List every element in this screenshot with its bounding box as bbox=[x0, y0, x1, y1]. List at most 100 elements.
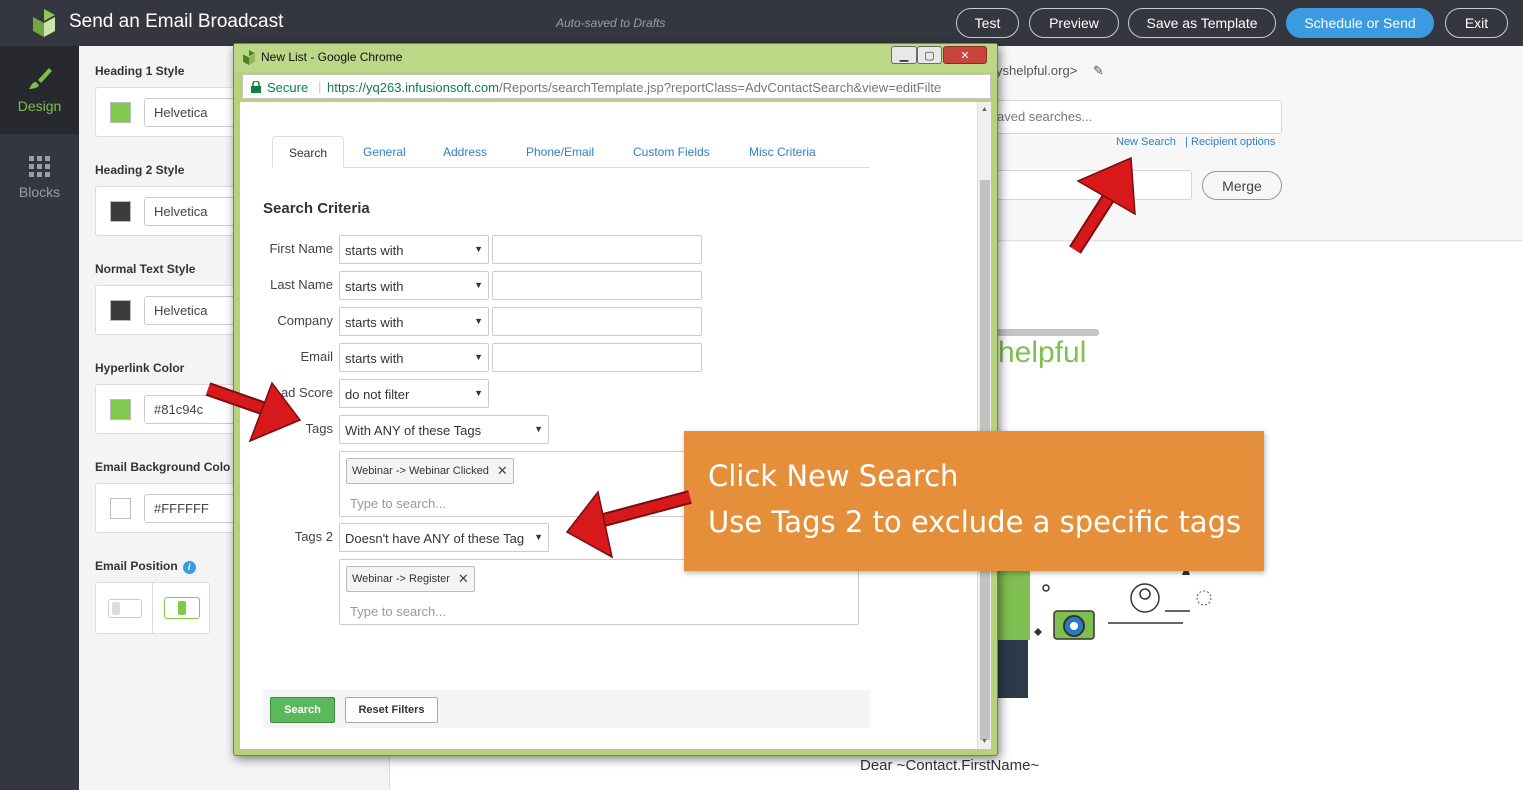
merge-button[interactable]: Merge bbox=[1202, 171, 1282, 200]
popup-scrollbar[interactable]: ▲ ▼ bbox=[977, 102, 991, 749]
hyperlink-color-input[interactable]: #81c94c bbox=[144, 395, 244, 424]
app-logo-icon bbox=[243, 50, 255, 65]
rail-label-design: Design bbox=[17, 98, 62, 114]
tag-chip: Webinar -> Register ✕ bbox=[346, 566, 475, 592]
search-button[interactable]: Search bbox=[270, 697, 335, 723]
heading2-style-box: Helvetica bbox=[95, 186, 244, 236]
remove-tag-icon[interactable]: ✕ bbox=[458, 571, 469, 587]
first-name-operator-select[interactable]: starts with ▼ bbox=[339, 235, 489, 264]
tab-address[interactable]: Address bbox=[443, 136, 487, 168]
save-template-button[interactable]: Save as Template bbox=[1128, 8, 1276, 38]
tags2-operator-select[interactable]: Doesn't have ANY of these Tag ▼ bbox=[339, 523, 549, 552]
address-separator: | bbox=[318, 79, 322, 94]
tags-label: Tags bbox=[305, 421, 333, 436]
tags-operator-value: With ANY of these Tags bbox=[345, 423, 482, 438]
address-bar[interactable]: Secure | https://yq263.infusionsoft.com/… bbox=[242, 74, 991, 99]
email-operator-select[interactable]: starts with ▼ bbox=[339, 343, 489, 372]
link-separator: | bbox=[1185, 136, 1188, 148]
tab-phone-email[interactable]: Phone/Email bbox=[526, 136, 594, 168]
new-list-popup-window: New List - Google Chrome ▁ ▢ ✕ Secure | … bbox=[233, 43, 998, 756]
last-name-label: Last Name bbox=[270, 277, 333, 292]
scroll-down-icon[interactable]: ▼ bbox=[981, 738, 988, 745]
email-bg-color-label: Email Background Colo bbox=[95, 460, 231, 474]
tab-custom-fields[interactable]: Custom Fields bbox=[633, 136, 710, 168]
email-position-heading: Email Position i bbox=[95, 559, 196, 574]
company-operator-select[interactable]: starts with ▼ bbox=[339, 307, 489, 336]
tag-chip: Webinar -> Webinar Clicked ✕ bbox=[346, 458, 514, 484]
tag-chip-label: Webinar -> Webinar Clicked bbox=[352, 465, 489, 477]
lead-score-value: do not filter bbox=[345, 387, 410, 402]
position-divider bbox=[152, 583, 153, 633]
scroll-up-icon[interactable]: ▲ bbox=[981, 106, 988, 113]
first-name-input[interactable] bbox=[492, 235, 702, 264]
tab-search[interactable]: Search bbox=[272, 136, 344, 168]
email-input[interactable] bbox=[492, 343, 702, 372]
test-button[interactable]: Test bbox=[956, 8, 1019, 38]
chevron-down-icon: ▼ bbox=[532, 532, 543, 542]
tab-misc-criteria[interactable]: Misc Criteria bbox=[749, 136, 816, 168]
heading1-font-select[interactable]: Helvetica bbox=[144, 98, 244, 127]
tags-search-placeholder: Type to search... bbox=[350, 496, 447, 511]
subject-input[interactable] bbox=[980, 170, 1192, 200]
pencil-icon[interactable]: ✎ bbox=[1093, 63, 1104, 78]
email-position-box bbox=[95, 582, 210, 634]
maximize-icon[interactable]: ▢ bbox=[917, 46, 942, 64]
tags2-search-placeholder: Type to search... bbox=[350, 604, 447, 619]
tags-operator-select[interactable]: With ANY of these Tags ▼ bbox=[339, 415, 549, 444]
email-bg-color-swatch[interactable] bbox=[110, 498, 131, 519]
instruction-callout: Click New Search Use Tags 2 to exclude a… bbox=[684, 431, 1264, 571]
exit-button[interactable]: Exit bbox=[1445, 8, 1508, 38]
company-input[interactable] bbox=[492, 307, 702, 336]
normal-text-font-select[interactable]: Helvetica bbox=[144, 296, 244, 325]
canvas-logo-text: helpful bbox=[998, 336, 1087, 369]
info-icon[interactable]: i bbox=[182, 561, 196, 574]
position-center-option[interactable] bbox=[164, 597, 200, 619]
left-rail: Design Blocks bbox=[0, 46, 79, 790]
heading2-font-select[interactable]: Helvetica bbox=[144, 197, 244, 226]
close-icon[interactable]: ✕ bbox=[943, 46, 987, 64]
email-operator-value: starts with bbox=[345, 351, 404, 366]
heading1-style-label: Heading 1 Style bbox=[95, 64, 185, 78]
rail-item-blocks[interactable]: Blocks bbox=[0, 134, 79, 222]
chevron-down-icon: ▼ bbox=[474, 352, 483, 362]
tab-general[interactable]: General bbox=[363, 136, 406, 168]
chevron-down-icon: ▼ bbox=[474, 388, 483, 398]
preview-button[interactable]: Preview bbox=[1029, 8, 1119, 38]
tags2-operator-value: Doesn't have ANY of these Tag bbox=[345, 531, 525, 546]
heading2-color-swatch[interactable] bbox=[110, 201, 131, 222]
minimize-icon[interactable]: ▁ bbox=[891, 46, 917, 64]
app-logo-icon bbox=[33, 9, 55, 37]
chevron-down-icon: ▼ bbox=[534, 424, 543, 434]
lead-score-select[interactable]: do not filter ▼ bbox=[339, 379, 489, 408]
last-name-input[interactable] bbox=[492, 271, 702, 300]
company-label: Company bbox=[277, 313, 333, 328]
remove-tag-icon[interactable]: ✕ bbox=[497, 463, 508, 479]
canvas-illustration bbox=[990, 565, 1212, 698]
normal-text-color-swatch[interactable] bbox=[110, 300, 131, 321]
popup-title: New List - Google Chrome bbox=[261, 50, 403, 64]
saved-search-select[interactable]: aved searches... bbox=[980, 100, 1282, 134]
search-actions: Search Reset Filters bbox=[263, 690, 870, 728]
from-address-text: yshelpful.org> ✎ bbox=[996, 63, 1104, 79]
email-bg-color-input[interactable]: #FFFFFF bbox=[144, 494, 244, 523]
hyperlink-color-box: #81c94c bbox=[95, 384, 244, 434]
rail-item-design[interactable]: Design bbox=[0, 46, 79, 134]
reset-filters-button[interactable]: Reset Filters bbox=[345, 697, 438, 723]
position-left-marker bbox=[112, 602, 120, 615]
email-label: Email bbox=[300, 349, 333, 364]
recipient-options-link[interactable]: Recipient options bbox=[1191, 136, 1275, 148]
last-name-operator-select[interactable]: starts with ▼ bbox=[339, 271, 489, 300]
hyperlink-color-swatch[interactable] bbox=[110, 399, 131, 420]
email-position-label: Email Position bbox=[95, 559, 178, 573]
schedule-send-button[interactable]: Schedule or Send bbox=[1286, 8, 1434, 38]
greeting-text: Dear ~Contact.FirstName~ bbox=[860, 757, 1040, 774]
position-left-option[interactable] bbox=[108, 599, 142, 618]
hyperlink-color-label: Hyperlink Color bbox=[95, 361, 185, 375]
new-search-link[interactable]: New Search bbox=[1116, 136, 1176, 148]
heading1-color-swatch[interactable] bbox=[110, 102, 131, 123]
from-address-value: yshelpful.org> bbox=[996, 63, 1078, 78]
search-criteria-title: Search Criteria bbox=[263, 200, 370, 217]
company-operator-value: starts with bbox=[345, 315, 404, 330]
paintbrush-icon bbox=[28, 68, 52, 89]
chevron-down-icon: ▼ bbox=[474, 316, 483, 326]
